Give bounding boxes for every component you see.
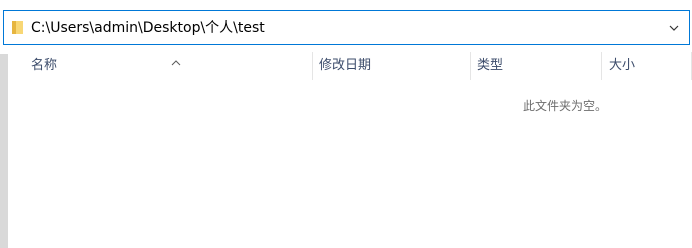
column-header-type[interactable]: 类型 xyxy=(477,58,503,74)
column-header: 名称 修改日期 类型 大小 xyxy=(8,52,692,80)
column-header-name[interactable]: 名称 xyxy=(31,58,57,74)
chevron-down-icon xyxy=(669,25,679,31)
file-explorer-window: C:\Users\admin\Desktop\个人\test 名称 修改日期 类… xyxy=(0,0,692,248)
column-header-date-modified[interactable]: 修改日期 xyxy=(319,58,371,74)
column-header-size[interactable]: 大小 xyxy=(609,58,635,74)
folder-icon xyxy=(12,20,24,35)
address-bar[interactable]: C:\Users\admin\Desktop\个人\test xyxy=(3,10,690,45)
column-divider[interactable] xyxy=(470,52,471,80)
sort-ascending-icon xyxy=(169,52,183,66)
column-divider[interactable] xyxy=(601,52,602,80)
navigation-pane-edge[interactable] xyxy=(0,54,8,248)
empty-folder-message: 此文件夹为空。 xyxy=(523,99,608,113)
address-history-dropdown-button[interactable] xyxy=(665,19,683,37)
column-divider[interactable] xyxy=(312,52,313,80)
address-path[interactable]: C:\Users\admin\Desktop\个人\test xyxy=(31,19,265,37)
